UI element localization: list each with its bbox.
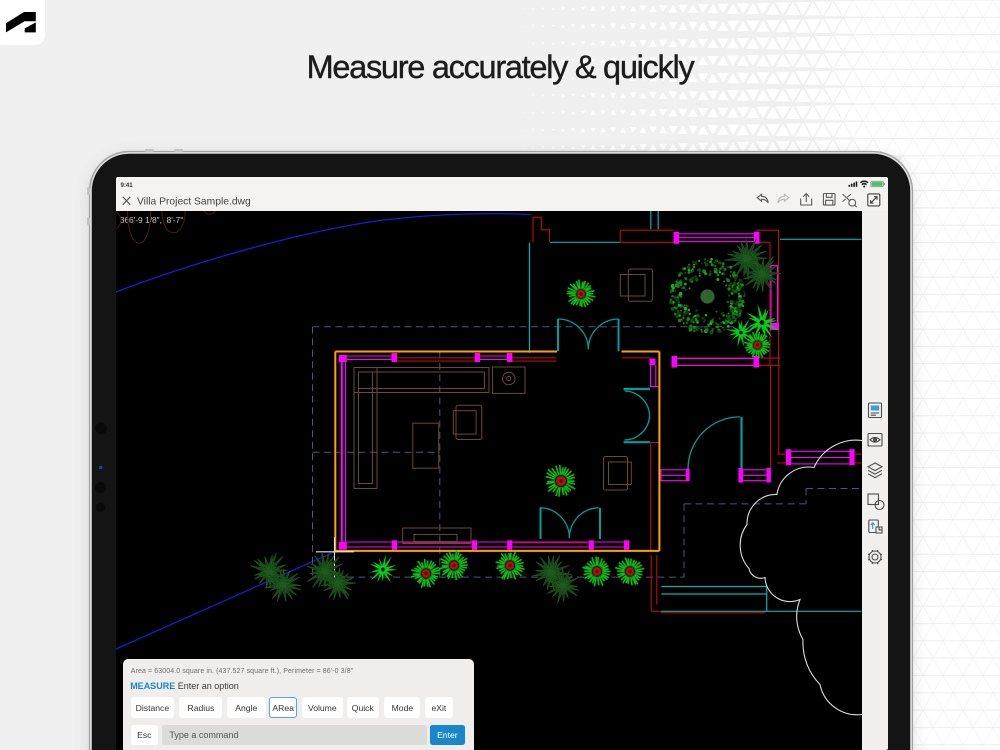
svg-text:9:41: 9:41 — [121, 182, 134, 189]
svg-text:Villa Project Sample.dwg: Villa Project Sample.dwg — [137, 196, 251, 207]
svg-text:366'-9 1/8", 8'-7": 366'-9 1/8", 8'-7" — [120, 215, 184, 225]
